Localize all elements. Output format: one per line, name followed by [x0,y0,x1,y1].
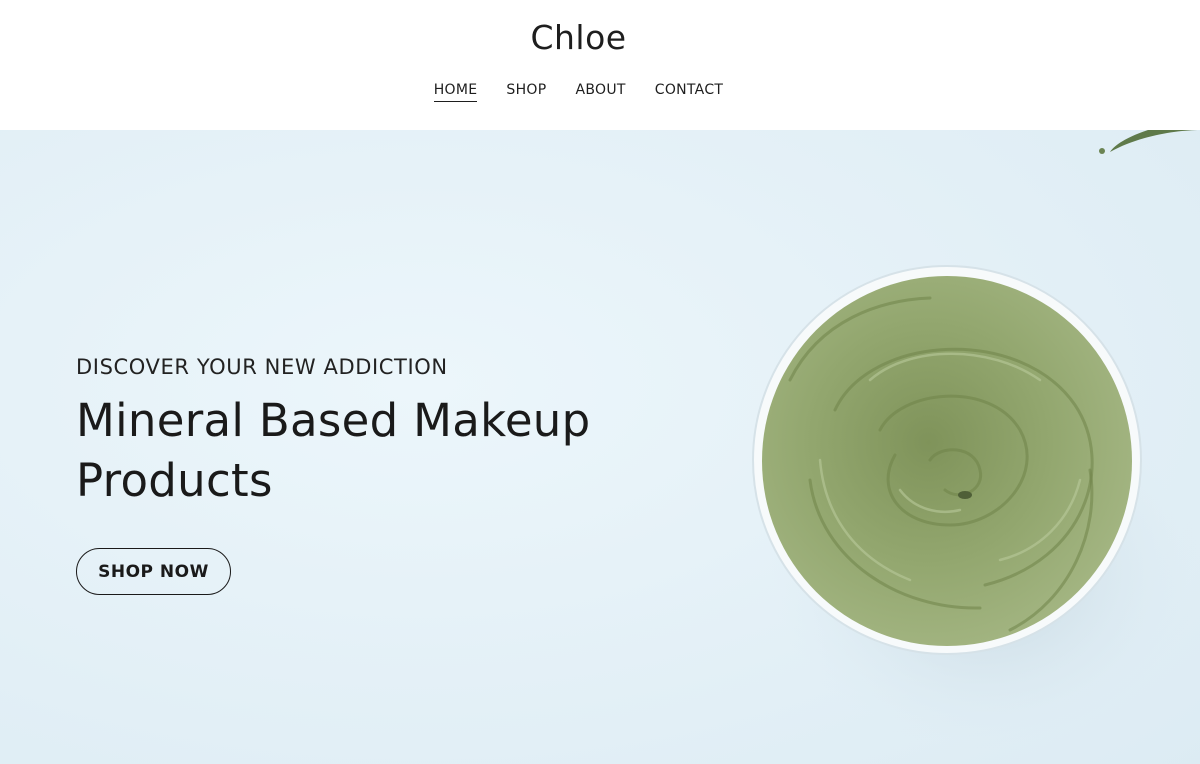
hero-headline-line-1: Mineral Based Makeup [76,394,591,447]
main-nav: HOME SHOP ABOUT CONTACT [0,82,1157,102]
nav-item-shop[interactable]: SHOP [506,82,546,102]
nav-item-contact[interactable]: CONTACT [655,82,724,102]
hero-banner: DISCOVER YOUR NEW ADDICTION Mineral Base… [0,130,1200,764]
hero-headline-line-2: Products [76,454,273,507]
hero-eyebrow: DISCOVER YOUR NEW ADDICTION [76,355,448,379]
nav-item-home[interactable]: HOME [433,82,478,102]
hero-headline: Mineral Based Makeup Products [76,391,636,511]
shop-now-button[interactable]: SHOP NOW [76,548,231,595]
site-title[interactable]: Chloe [0,18,1157,57]
clay-mask [762,276,1132,646]
nav-item-about[interactable]: ABOUT [575,82,625,102]
hero-text: DISCOVER YOUR NEW ADDICTION Mineral Base… [76,355,636,511]
site-header: Chloe HOME SHOP ABOUT CONTACT [0,0,1200,130]
